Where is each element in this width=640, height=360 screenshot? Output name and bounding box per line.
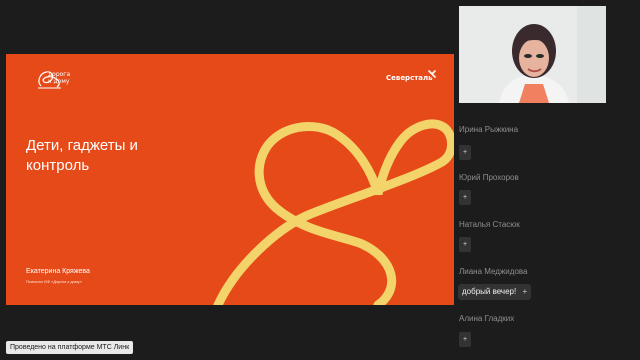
speaker-video [459,6,606,103]
logo-text: дорога к дому [48,71,71,85]
participant-name: Ирина Рыжкина [459,125,519,134]
speaker-role: Психолог БФ «Дорога к дому» [26,279,82,284]
reaction-add-button[interactable]: + [459,190,471,205]
chat-message-text: добрый вечер! [462,287,517,296]
platform-badge: Проведено на платформе МТС Линк [6,341,134,354]
speaker-video-image [459,6,606,103]
participant-name: Алина Гладких [459,314,515,323]
reaction-add-button[interactable]: + [459,145,471,160]
chat-message: добрый вечер! + [458,284,532,300]
slide-title: Дети, гаджеты и контроль [26,137,138,174]
reaction-add-button[interactable]: + [522,287,527,296]
participant-name: Юрий Прохоров [459,173,519,182]
reaction-add-button[interactable]: + [459,237,471,252]
participant-name: Лиана Меджидова [459,267,528,276]
participant-name: Наталья Стасюк [459,220,520,229]
brand-mark-icon [428,70,436,78]
reaction-add-button[interactable]: + [459,332,471,347]
speaker-name: Екатерина Кряжева [26,268,90,275]
brand-name: Северсталь [386,74,433,82]
